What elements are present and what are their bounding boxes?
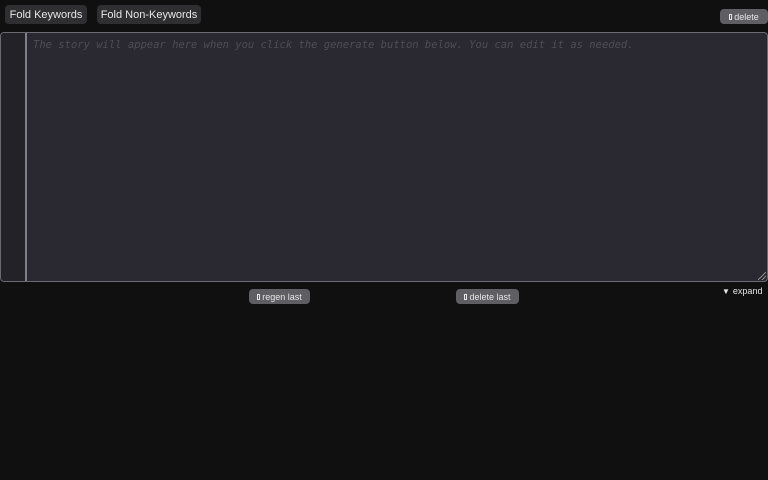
editor-gutter (1, 33, 27, 281)
story-textarea[interactable] (28, 33, 767, 281)
fold-keywords-button[interactable]: Fold Keywords (5, 5, 87, 24)
regen-last-label: regen last (262, 291, 302, 302)
fold-non-keywords-button[interactable]: Fold Non-Keywords (97, 5, 201, 24)
fold-keywords-label: Fold Keywords (9, 8, 83, 21)
fold-non-keywords-label: Fold Non-Keywords (100, 8, 198, 21)
delete-last-button[interactable]: delete last (456, 289, 519, 304)
regen-last-button[interactable]: regen last (249, 289, 310, 304)
expand-label: expand (732, 286, 763, 296)
delete-last-label: delete last (469, 291, 511, 302)
delete-button[interactable]: delete (720, 9, 768, 24)
triangle-down-icon: ▼ (722, 286, 730, 296)
regen-glyph-icon (257, 293, 261, 300)
delete-last-glyph-icon (464, 293, 468, 300)
delete-glyph-icon (729, 13, 733, 20)
expand-toggle[interactable]: ▼ expand (722, 286, 762, 296)
story-editor (0, 32, 768, 282)
delete-label: delete (734, 11, 759, 22)
resize-handle-icon[interactable] (758, 272, 766, 280)
